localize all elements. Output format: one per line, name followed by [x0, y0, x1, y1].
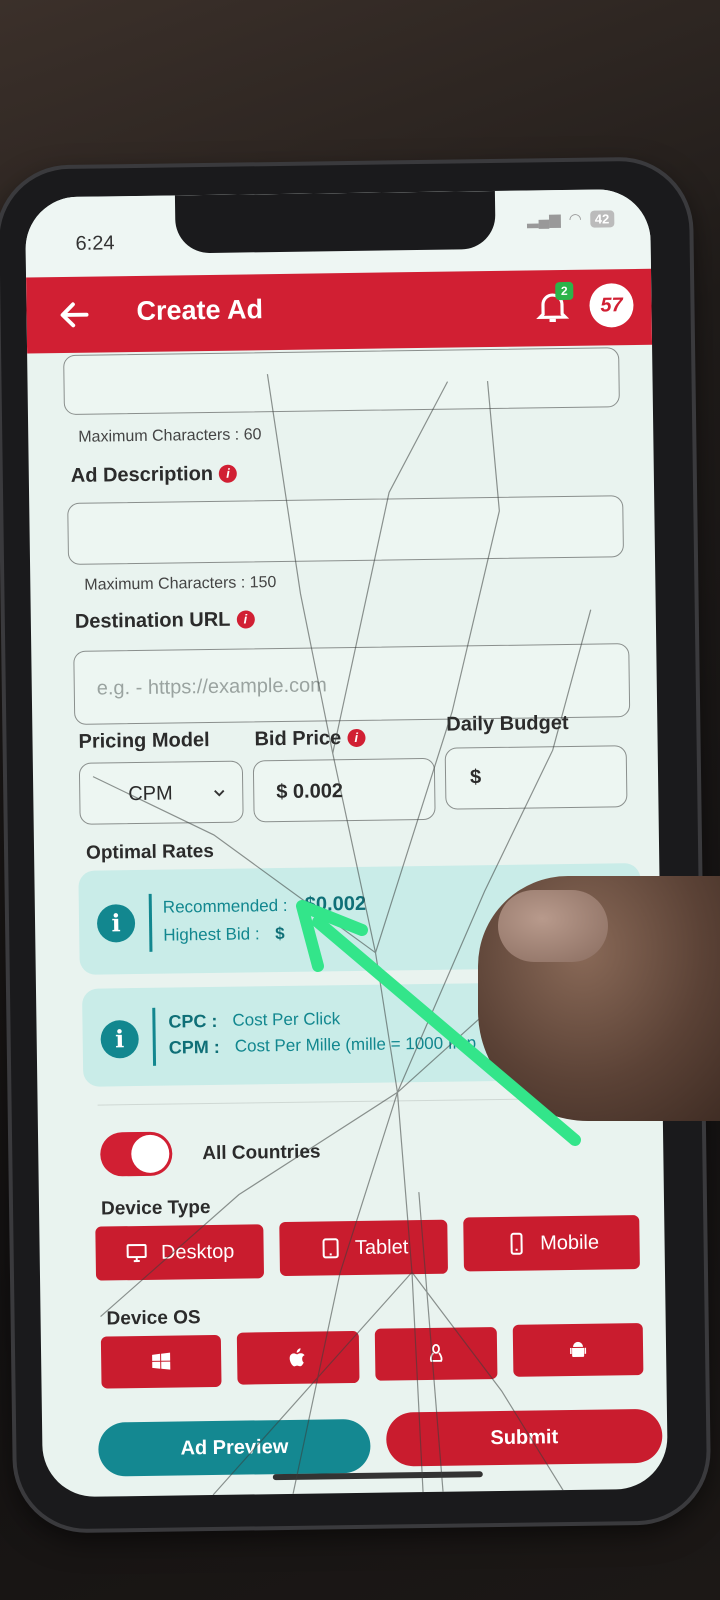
- app-bar: Create Ad 2 57: [26, 268, 653, 354]
- os-android-button[interactable]: [512, 1323, 644, 1377]
- avatar[interactable]: 57: [589, 283, 634, 328]
- page-title: Create Ad: [136, 294, 264, 326]
- battery-icon: 42: [589, 209, 615, 228]
- destination-url-label: Destination URL i: [75, 608, 255, 634]
- info-icon[interactable]: i: [347, 728, 366, 748]
- device-tablet-button[interactable]: Tablet: [279, 1219, 448, 1277]
- device-mobile-button[interactable]: Mobile: [463, 1215, 640, 1272]
- apple-icon: [289, 1348, 305, 1367]
- all-countries-label: All Countries: [202, 1141, 321, 1165]
- ad-description-label-text: Ad Description: [70, 462, 214, 487]
- all-countries-toggle[interactable]: [99, 1131, 173, 1177]
- submit-label: Submit: [490, 1425, 559, 1449]
- bid-price-value: $ 0.002: [276, 780, 344, 804]
- highest-bid-value: $: [275, 923, 285, 944]
- avatar-text: 57: [600, 293, 623, 316]
- bid-price-label: Bid Price i: [254, 727, 366, 752]
- ad-description-helper: Maximum Characters : 150: [84, 574, 277, 594]
- ad-description-label: Ad Description i: [71, 463, 238, 488]
- android-icon: [570, 1341, 587, 1357]
- os-linux-button[interactable]: [374, 1327, 498, 1381]
- windows-icon: [152, 1352, 171, 1370]
- recommended-label: Recommended :: [162, 895, 288, 917]
- mobile-icon: [510, 1232, 523, 1255]
- signal-icon: ▂▄▆: [526, 211, 561, 229]
- bid-price-label-text: Bid Price: [254, 727, 342, 751]
- destination-url-placeholder: e.g. - https://example.com: [96, 674, 328, 700]
- os-windows-button[interactable]: [100, 1334, 222, 1389]
- phone-screen: 6:24 ▂▄▆ ◠ 42 Create Ad 2 57 Maximum Cha…: [24, 188, 669, 1498]
- back-arrow-icon[interactable]: [56, 297, 92, 333]
- bid-price-input[interactable]: $ 0.002: [252, 757, 436, 823]
- phone-frame: 6:24 ▂▄▆ ◠ 42 Create Ad 2 57 Maximum Cha…: [0, 160, 708, 1530]
- highest-bid-label: Highest Bid :: [163, 924, 260, 945]
- status-icons: ▂▄▆ ◠ 42: [526, 209, 615, 229]
- finger: [478, 876, 720, 1121]
- ad-preview-button[interactable]: Ad Preview: [98, 1418, 371, 1477]
- daily-budget-value: $: [469, 766, 482, 789]
- daily-budget-label: Daily Budget: [446, 711, 569, 736]
- ad-title-helper: Maximum Characters : 60: [78, 426, 262, 446]
- divider: [148, 893, 153, 952]
- pricing-model-select[interactable]: CPM: [78, 760, 244, 825]
- recommended-value: $0.002: [304, 892, 367, 916]
- optimal-rates-label: Optimal Rates: [85, 840, 214, 864]
- info-icon[interactable]: i: [218, 464, 238, 483]
- os-apple-button[interactable]: [236, 1330, 360, 1385]
- submit-button[interactable]: Submit: [385, 1408, 663, 1467]
- device-desktop-button[interactable]: Desktop: [95, 1224, 265, 1281]
- chevron-down-icon: [214, 789, 225, 797]
- info-icon: i: [100, 1020, 139, 1059]
- destination-url-label-text: Destination URL: [74, 608, 231, 633]
- fingernail: [498, 890, 608, 962]
- notification-badge: 2: [555, 281, 574, 301]
- cpc-label: CPC :: [168, 1010, 218, 1032]
- linux-icon: [429, 1343, 443, 1362]
- device-desktop-label: Desktop: [160, 1240, 235, 1264]
- status-time: 6:24: [75, 232, 115, 255]
- desktop-icon: [126, 1243, 148, 1263]
- tablet-icon: [322, 1238, 340, 1259]
- ad-preview-label: Ad Preview: [180, 1435, 289, 1459]
- cpm-label: CPM :: [168, 1036, 220, 1058]
- cpm-text: Cost Per Mille (mille = 1000 Imp: [234, 1033, 477, 1056]
- info-icon[interactable]: i: [236, 610, 255, 629]
- divider: [152, 1007, 157, 1066]
- device-os-label: Device OS: [106, 1307, 201, 1330]
- ad-title-input[interactable]: [63, 347, 620, 415]
- daily-budget-input[interactable]: $: [444, 745, 628, 810]
- info-icon: i: [96, 904, 136, 943]
- pricing-model-value: CPM: [128, 782, 173, 806]
- wifi-icon: ◠: [568, 210, 582, 228]
- device-type-label: Device Type: [100, 1197, 211, 1220]
- notch: [174, 190, 496, 254]
- device-tablet-label: Tablet: [354, 1235, 409, 1259]
- cpc-text: Cost Per Click: [232, 1009, 341, 1030]
- toggle-knob: [131, 1134, 170, 1174]
- pricing-model-label: Pricing Model: [78, 728, 210, 753]
- device-mobile-label: Mobile: [539, 1231, 600, 1254]
- ad-description-input[interactable]: [67, 495, 625, 565]
